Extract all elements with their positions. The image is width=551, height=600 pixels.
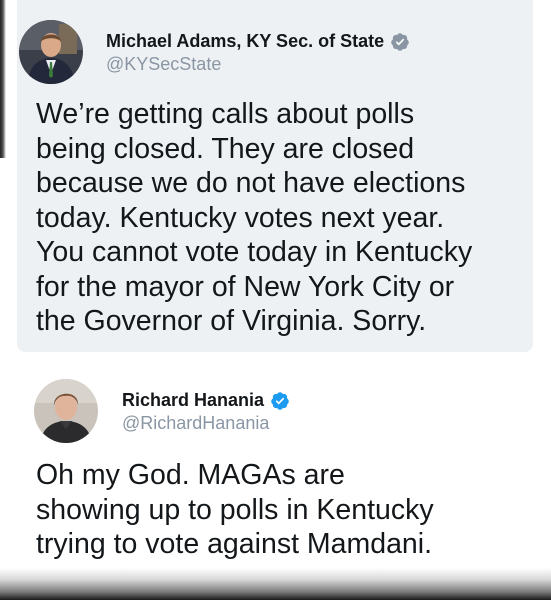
verified-badge-icon — [271, 391, 289, 410]
tweet-text-line: being closed. They are closed — [36, 132, 415, 165]
tweet-text-line: for the mayor of New York City or — [36, 270, 455, 303]
tweet-text-line: because we do not have elections — [36, 167, 466, 199]
tweet-text-line: trying to vote against Mamdani. — [36, 528, 433, 560]
avatar[interactable] — [19, 20, 83, 84]
verified-badge-icon — [391, 32, 409, 51]
author-display-name[interactable]: Michael Adams, KY Sec. of State — [106, 31, 384, 52]
bottom-edge-shadow — [0, 568, 551, 600]
tweet-text-line: the Governor of Virginia. Sorry. — [36, 305, 427, 337]
tweet-text-line: Oh my God. MAGAs are — [36, 459, 345, 491]
author-display-name[interactable]: Richard Hanania — [122, 390, 264, 411]
tweet-text-line: We’re getting calls about polls — [36, 98, 415, 130]
michael-adams-avatar-image — [19, 20, 83, 84]
reply-tweet-author-row[interactable]: Richard Hanania — [122, 390, 290, 411]
screen-edge-shadow — [0, 0, 6, 158]
tweet-text-line: You cannot vote today in Kentucky — [36, 236, 473, 268]
quoted-tweet-author-row[interactable]: Michael Adams, KY Sec. of State — [106, 31, 410, 52]
quoted-tweet-text: We’re getting calls about polls being cl… — [36, 97, 472, 339]
richard-hanania-avatar-image — [34, 379, 98, 443]
author-handle[interactable]: @RichardHanania — [122, 413, 269, 434]
tweet-text-line: showing up to polls in Kentucky — [36, 493, 434, 526]
reply-tweet-text: Oh my God. MAGAs are showing up to polls… — [36, 458, 434, 562]
avatar[interactable] — [34, 379, 98, 443]
tweet-text-line: today. Kentucky votes next year. — [36, 201, 445, 234]
author-handle[interactable]: @KYSecState — [106, 54, 221, 75]
